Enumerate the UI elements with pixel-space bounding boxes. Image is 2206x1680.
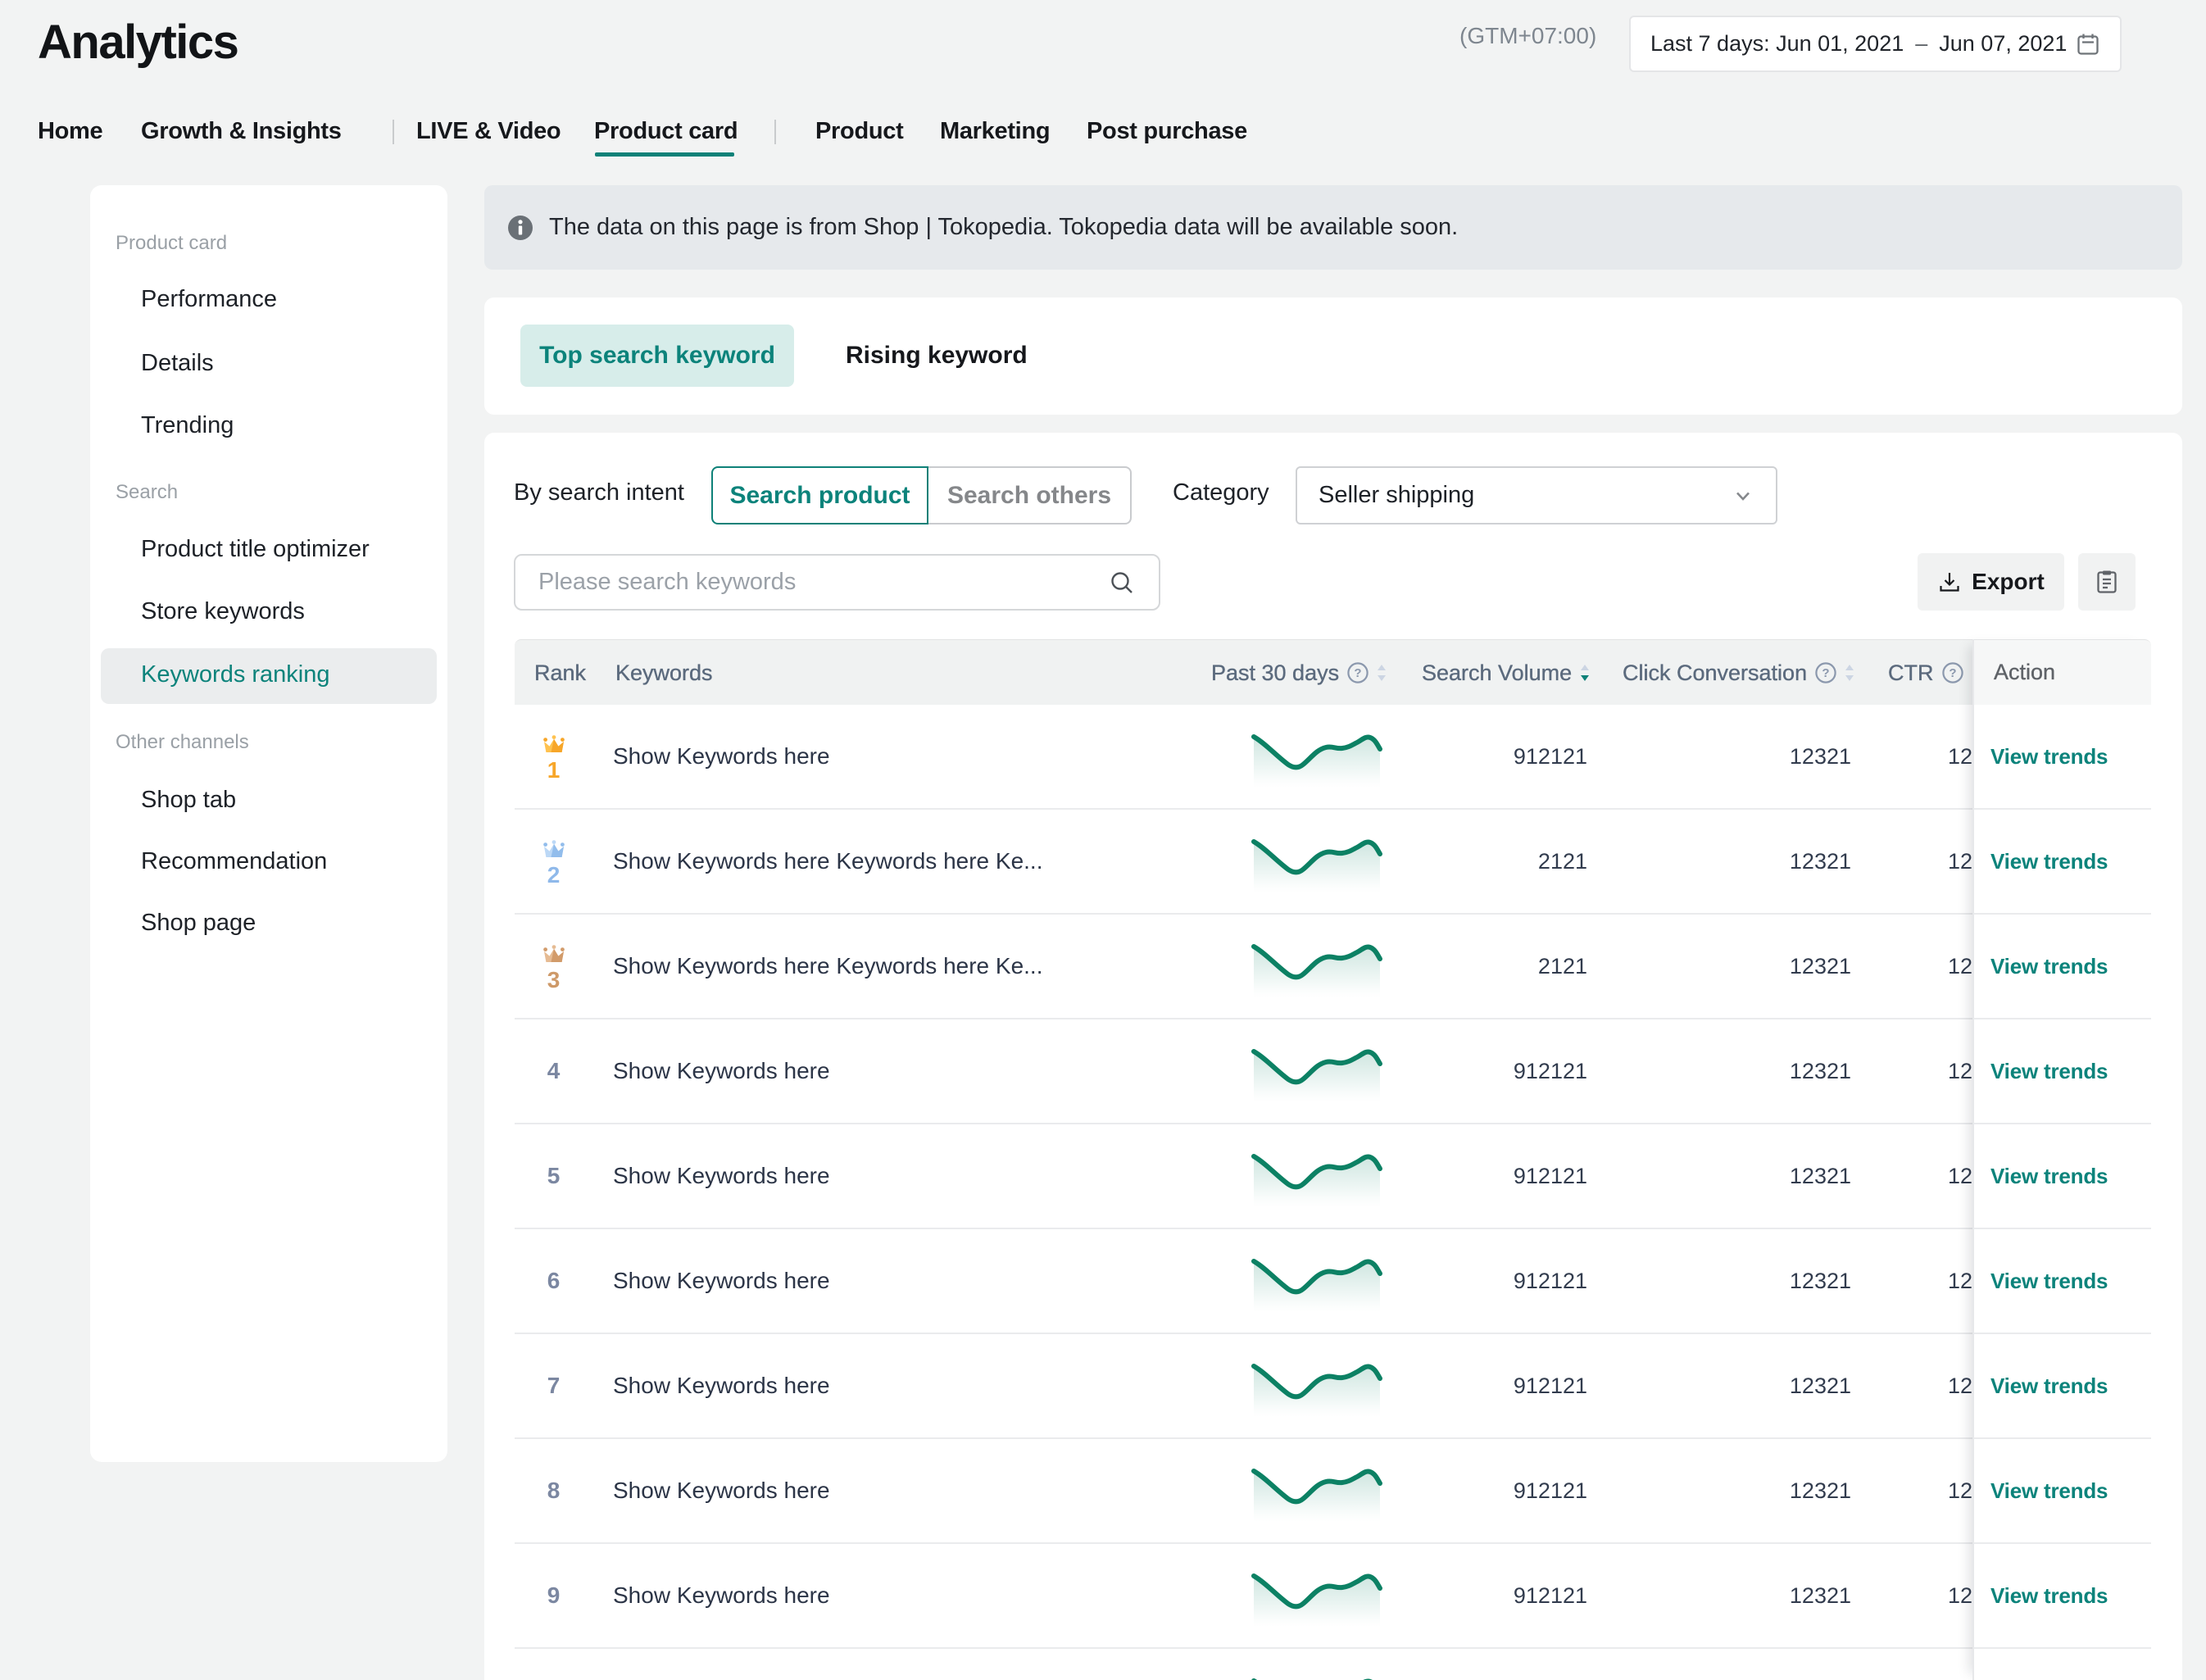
svg-text:?: ? bbox=[1355, 666, 1362, 680]
svg-text:?: ? bbox=[1949, 666, 1956, 680]
svg-text:?: ? bbox=[1822, 666, 1830, 680]
